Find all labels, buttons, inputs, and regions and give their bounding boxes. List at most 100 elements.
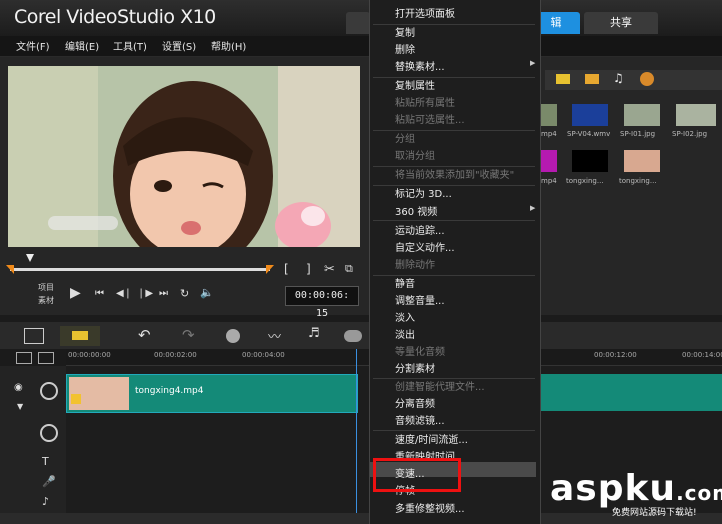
thumb-clip[interactable]	[676, 104, 716, 126]
mode-clip-label[interactable]: 素材	[38, 295, 54, 306]
clip-name: tongxing4.mp4	[135, 386, 204, 396]
go-start-icon[interactable]: ⏮	[95, 288, 104, 299]
context-menu-item[interactable]: 粘贴所有属性	[395, 94, 455, 109]
context-menu-item[interactable]: 等量化音频	[395, 343, 445, 358]
thumb-clip[interactable]	[541, 150, 557, 172]
context-menu-item[interactable]: 多重修整视频...	[395, 500, 465, 515]
timeline-clip-continued[interactable]	[540, 374, 722, 411]
timeline-view-button[interactable]	[60, 326, 100, 346]
auto-music-icon[interactable]: ♬	[308, 326, 320, 341]
track-visibility-icon[interactable]: ◉	[14, 382, 23, 393]
menu-file[interactable]: 文件(F)	[16, 38, 50, 53]
app-title: Corel VideoStudio X10	[14, 6, 216, 28]
playhead-line[interactable]	[356, 349, 357, 513]
track-manager-icon[interactable]	[16, 352, 32, 364]
undo-icon[interactable]: ↶	[138, 326, 151, 344]
thumb-label: mp4	[541, 130, 557, 138]
menu-edit[interactable]: 编辑(E)	[65, 38, 99, 53]
context-menu-item[interactable]: 粘贴可选属性...	[395, 111, 465, 126]
ruler-time: 00:00:04:00	[242, 351, 285, 359]
context-menu-item[interactable]: 创建智能代理文件...	[395, 378, 485, 393]
video-preview[interactable]	[8, 66, 360, 247]
thumb-label: mp4	[541, 177, 557, 185]
play-icon[interactable]: ▶	[70, 285, 81, 301]
video-filter-icon[interactable]	[556, 74, 570, 84]
thumb-clip[interactable]	[541, 104, 557, 126]
ruler-time: 00:00:14:00	[682, 351, 722, 359]
music-filter-icon[interactable]: ♫	[613, 71, 624, 85]
thumb-clip[interactable]	[624, 104, 660, 126]
context-menu-item[interactable]: 打开选项面板	[395, 5, 455, 20]
title-track-header	[0, 451, 66, 474]
context-menu-item[interactable]: 速度/时间流逝...	[395, 431, 468, 446]
tab-share[interactable]: 共享	[584, 12, 658, 34]
menu-help[interactable]: 帮助(H)	[211, 38, 246, 53]
mark-out-icon[interactable]: ]	[306, 262, 311, 276]
mode-project-label[interactable]: 项目	[38, 282, 54, 293]
music-track-header	[0, 493, 66, 514]
thumb-clip[interactable]	[572, 104, 608, 126]
menu-tools[interactable]: 工具(T)	[113, 38, 147, 53]
music-track-icon: ♪	[42, 495, 50, 508]
ruler-time: 00:00:00:00	[68, 351, 111, 359]
photo-filter-icon[interactable]	[585, 74, 599, 84]
menu-bar	[0, 36, 722, 57]
split-scissors-icon[interactable]: ✂	[324, 262, 335, 277]
redo-icon[interactable]: ↷	[182, 326, 195, 344]
video-track-icon	[40, 382, 58, 400]
context-menu-item[interactable]: 自定义动作...	[395, 239, 455, 254]
context-menu-item[interactable]: 音频滤镜...	[395, 412, 445, 427]
context-menu-item[interactable]: 360 视频	[395, 203, 437, 218]
context-menu-item[interactable]: 调整音量...	[395, 292, 445, 307]
mark-in-icon[interactable]: [	[284, 262, 289, 276]
thumb-label: SP-I02.jpg	[672, 130, 708, 138]
next-frame-icon[interactable]: ❘▶	[137, 288, 153, 299]
scrub-bar[interactable]	[10, 268, 270, 271]
video-frame-image	[8, 66, 360, 247]
thumb-clip[interactable]	[624, 150, 660, 172]
sound-mixer-icon[interactable]: 〰	[268, 326, 281, 345]
context-menu-item[interactable]: 淡出	[395, 326, 415, 341]
context-menu-item[interactable]: 将当前效果添加到"收藏夹"	[395, 166, 514, 181]
watermark-logo: aspku.com	[550, 468, 722, 509]
record-capture-icon[interactable]	[226, 329, 240, 343]
context-menu-item[interactable]: 分割素材	[395, 360, 435, 375]
storyboard-view-icon[interactable]	[24, 328, 44, 344]
library-toolbar	[545, 70, 722, 90]
timeline-clip[interactable]: tongxing4.mp4	[66, 374, 358, 413]
track-expand-icon[interactable]: ▼	[17, 402, 23, 411]
context-menu-item[interactable]: 分离音频	[395, 395, 435, 410]
add-track-icon[interactable]	[38, 352, 54, 364]
enlarge-icon[interactable]: ⧉	[345, 262, 353, 276]
context-menu-item[interactable]: 静音	[395, 275, 415, 290]
voice-track-header	[0, 473, 66, 494]
context-menu-item[interactable]: 取消分组	[395, 147, 435, 162]
ruler-time: 00:00:02:00	[154, 351, 197, 359]
context-menu-item[interactable]: 分组	[395, 130, 415, 145]
thumb-clip[interactable]	[572, 150, 608, 172]
menu-settings[interactable]: 设置(S)	[162, 38, 196, 53]
ruler-time: 00:00:12:00	[594, 351, 637, 359]
voice-track-icon: 🎤	[42, 475, 56, 488]
context-menu-item[interactable]: 复制属性	[395, 77, 435, 92]
context-menu-item[interactable]: 替换素材...	[395, 58, 445, 73]
audio-icon	[71, 394, 81, 404]
submenu-arrow-icon: ▶	[530, 204, 536, 212]
motion-track-icon[interactable]	[344, 330, 362, 342]
context-menu-item[interactable]: 淡入	[395, 309, 415, 324]
tab-capture[interactable]	[346, 12, 370, 34]
context-menu-item[interactable]: 删除动作	[395, 256, 435, 271]
watermark-subtitle: 免费网站源码下载站!	[612, 508, 697, 518]
context-menu-item[interactable]: 删除	[395, 41, 415, 56]
volume-icon[interactable]: 🔈	[200, 286, 214, 299]
title-track-icon: T	[42, 455, 49, 468]
prev-frame-icon[interactable]: ◀❘	[116, 288, 132, 299]
timecode-field[interactable]: 00:00:06: 15	[285, 286, 359, 319]
thumb-label: tongxing...	[619, 177, 657, 185]
context-menu-item[interactable]: 标记为 3D...	[395, 185, 452, 200]
go-end-icon[interactable]: ⏭	[159, 288, 168, 299]
context-menu-item[interactable]: 运动追踪...	[395, 222, 445, 237]
film-reel-icon[interactable]	[640, 72, 654, 86]
context-menu-item[interactable]: 复制	[395, 24, 415, 39]
repeat-icon[interactable]: ↻	[180, 287, 189, 300]
